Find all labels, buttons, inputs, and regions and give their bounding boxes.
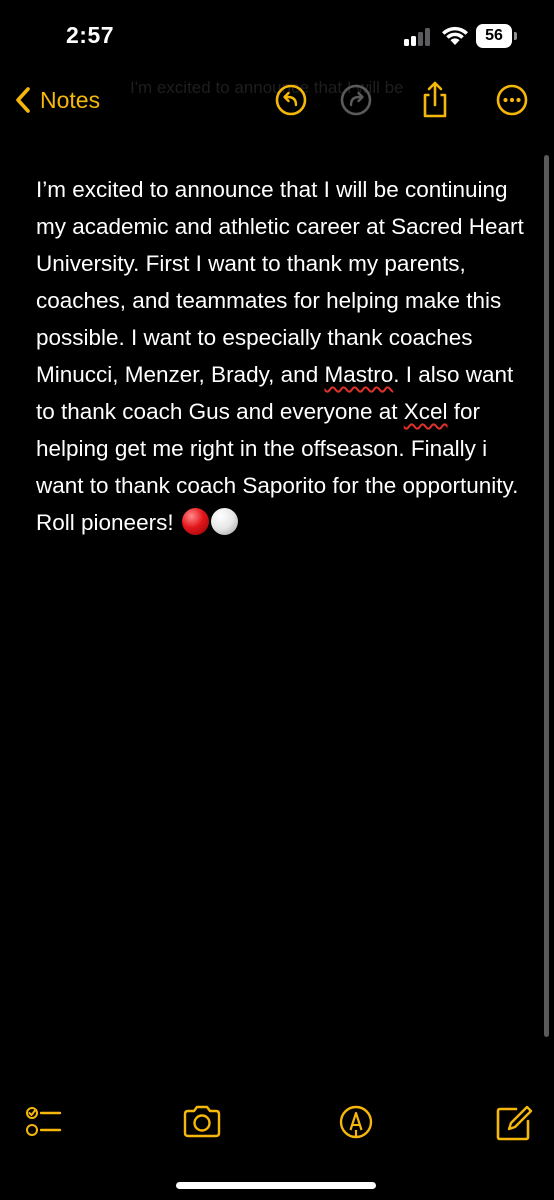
home-indicator[interactable] xyxy=(176,1182,376,1189)
red-circle-emoji xyxy=(181,508,209,535)
battery-icon: 56 xyxy=(476,24,518,48)
scrollbar[interactable] xyxy=(544,155,549,1037)
cellular-signal-icon xyxy=(404,28,434,46)
bottom-toolbar xyxy=(0,1100,554,1160)
status-time: 2:57 xyxy=(66,22,115,48)
compose-icon[interactable] xyxy=(494,1104,534,1144)
back-label: Notes xyxy=(40,86,101,113)
status-bar: 2:57 56 xyxy=(0,0,554,72)
back-button[interactable]: Notes xyxy=(12,80,100,120)
share-icon[interactable] xyxy=(415,80,455,120)
note-body[interactable]: I’m excited to announce that I will be c… xyxy=(36,171,526,541)
redo-icon[interactable] xyxy=(336,80,376,120)
checklist-icon[interactable] xyxy=(24,1104,64,1144)
nav-bar: I'm excited to announce that I will be N… xyxy=(0,72,554,128)
misspelled-word[interactable]: Xcel xyxy=(404,399,448,424)
battery-level: 56 xyxy=(476,24,512,48)
more-icon[interactable] xyxy=(492,80,532,120)
chevron-left-icon xyxy=(16,87,30,113)
markup-icon[interactable] xyxy=(336,1104,376,1144)
white-circle-emoji xyxy=(210,508,238,535)
note-text: I’m excited to announce that I will be c… xyxy=(36,177,524,387)
undo-icon[interactable] xyxy=(271,80,311,120)
misspelled-word[interactable]: Mastro xyxy=(324,362,393,387)
wifi-icon xyxy=(442,26,468,45)
camera-icon[interactable] xyxy=(182,1104,222,1144)
